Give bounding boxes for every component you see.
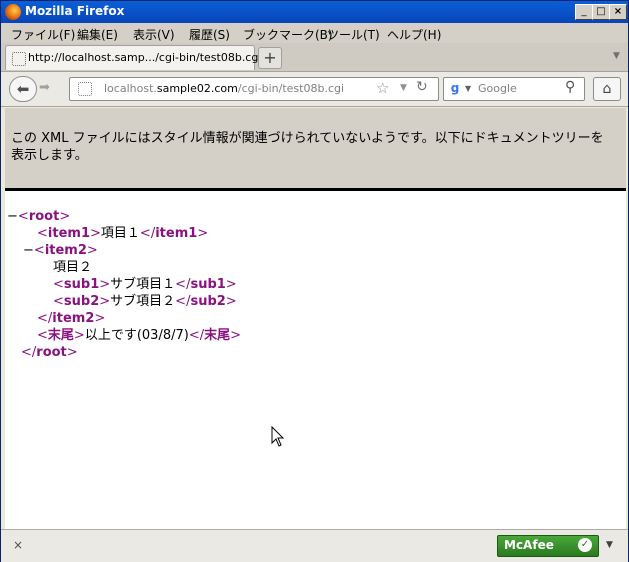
forward-button[interactable]: ➡ <box>39 80 50 95</box>
close-status-icon[interactable]: × <box>13 538 23 552</box>
firefox-logo-icon <box>5 4 21 20</box>
menu-edit[interactable]: 編集(E) <box>77 26 118 43</box>
url-input[interactable]: localhost.sample02.com/cgi-bin/test08b.c… <box>69 77 439 101</box>
tab-list-chevron-down-icon[interactable]: ▼ <box>613 51 620 61</box>
menu-tools[interactable]: ツール(T) <box>327 26 380 43</box>
engine-chevron-down-icon[interactable]: ▼ <box>465 84 471 93</box>
menu-history[interactable]: 履歴(S) <box>189 26 230 43</box>
notice-text: この XML ファイルにはスタイル情報が関連づけられていないようです。以下にドキ… <box>11 131 604 163</box>
mouse-pointer-icon <box>271 426 285 447</box>
xml-tree: −<root> <item1>項目１</item1> −<item2> 項目２ … <box>5 208 241 361</box>
home-icon: ⌂ <box>602 81 612 97</box>
tab-strip: http://localhost.samp.../cgi-bin/test08b… <box>1 43 628 72</box>
search-input[interactable]: g ▼ Google ⚲ <box>443 77 585 101</box>
back-button[interactable]: ⬅ <box>9 76 37 102</box>
close-button[interactable]: × <box>609 4 627 20</box>
home-button[interactable]: ⌂ <box>593 77 621 101</box>
minimize-button[interactable]: _ <box>575 4 593 20</box>
menu-help[interactable]: ヘルプ(H) <box>387 26 441 43</box>
url-host-prefix: localhost. <box>104 82 157 95</box>
xml-line-root-close: </root> <box>21 345 78 360</box>
reload-icon[interactable]: ↻ <box>416 79 428 95</box>
xml-line-end: <末尾>以上です(03/8/7)</末尾> <box>37 328 242 343</box>
check-icon: ✓ <box>578 538 592 552</box>
browser-window: Mozilla Firefox _ □ × ファイル(F) 編集(E) 表示(V… <box>0 0 629 562</box>
collapse-toggle[interactable]: − <box>23 243 34 258</box>
url-history-chevron-down-icon[interactable]: ▼ <box>400 83 407 93</box>
site-identity-icon[interactable] <box>78 82 92 96</box>
xml-line-root-open: −<root> <box>7 209 71 224</box>
search-placeholder: Google <box>478 82 517 95</box>
page-content: この XML ファイルにはスタイル情報が関連づけられていないようです。以下にドキ… <box>5 108 626 529</box>
xml-line-item2-text: 項目２ <box>53 260 93 275</box>
xml-style-notice: この XML ファイルにはスタイル情報が関連づけられていないようです。以下にドキ… <box>5 108 626 191</box>
maximize-button[interactable]: □ <box>592 4 610 20</box>
bookmark-star-icon[interactable]: ☆ <box>376 79 389 97</box>
arrow-right-icon: ➡ <box>39 80 50 95</box>
mcafee-label: McAfee <box>504 538 554 552</box>
collapse-toggle[interactable]: − <box>7 209 18 224</box>
menu-bar: ファイル(F) 編集(E) 表示(V) 履歴(S) ブックマーク(B) ツール(… <box>1 23 628 43</box>
page-icon <box>12 52 26 66</box>
tab-label: http://localhost.samp.../cgi-bin/test08b… <box>28 51 262 64</box>
navigation-toolbar: ⬅ ➡ localhost.sample02.com/cgi-bin/test0… <box>1 72 628 107</box>
xml-line-sub1: <sub1>サブ項目１</sub1> <box>53 277 237 292</box>
google-icon[interactable]: g <box>447 80 463 96</box>
new-tab-button[interactable]: + <box>258 47 282 69</box>
url-host-domain: sample02.com <box>156 82 238 95</box>
tab-current[interactable]: http://localhost.samp.../cgi-bin/test08b… <box>5 45 261 70</box>
status-bar: × McAfee ✓ ▼ <box>1 529 628 562</box>
url-path: /cgi-bin/test08b.cgi <box>237 82 345 95</box>
xml-line-item2-close: </item2> <box>37 311 106 326</box>
window-title: Mozilla Firefox <box>25 4 125 18</box>
search-icon[interactable]: ⚲ <box>565 79 575 95</box>
xml-line-item2-open: −<item2> <box>23 243 98 258</box>
menu-bookmarks[interactable]: ブックマーク(B) <box>243 26 333 43</box>
xml-line-sub2: <sub2>サブ項目２</sub2> <box>53 294 237 309</box>
menu-view[interactable]: 表示(V) <box>133 26 175 43</box>
mcafee-chevron-down-icon[interactable]: ▼ <box>606 540 613 550</box>
xml-line-item1: <item1>項目１</item1> <box>37 226 209 241</box>
mcafee-button[interactable]: McAfee ✓ <box>497 535 599 557</box>
title-bar: Mozilla Firefox _ □ × <box>1 1 628 23</box>
menu-file[interactable]: ファイル(F) <box>11 26 75 43</box>
arrow-left-icon: ⬅ <box>16 80 30 98</box>
url-text: localhost.sample02.com/cgi-bin/test08b.c… <box>104 82 344 95</box>
